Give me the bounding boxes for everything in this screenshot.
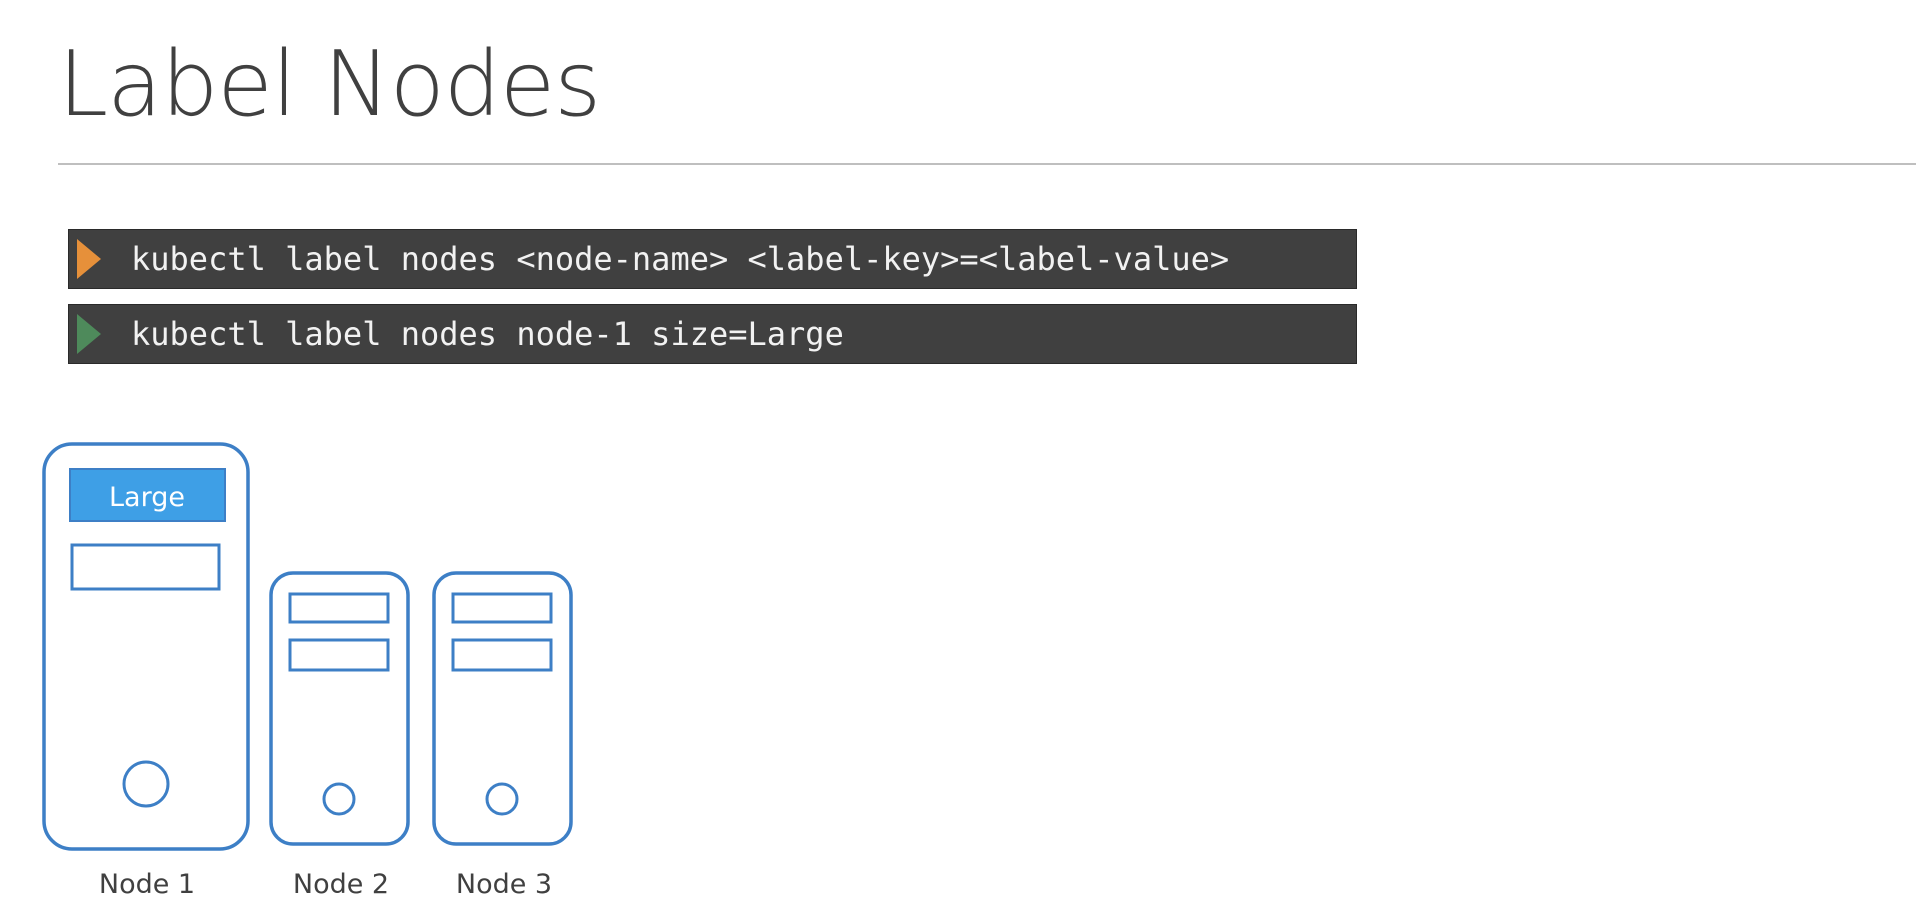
power-button	[485, 782, 519, 816]
server-icon	[269, 571, 410, 846]
drive-bay	[451, 592, 553, 624]
server-icon: Large	[42, 442, 250, 851]
label-badge-text: Large	[109, 482, 185, 513]
node-diagram: Large Node 1 Node 2 Node 3	[42, 442, 573, 900]
power-button	[122, 760, 170, 808]
drive-bay	[70, 543, 221, 591]
drive-bay	[451, 638, 553, 672]
drive-bay	[288, 592, 390, 624]
server-icon	[432, 571, 573, 846]
node-caption: Node 3	[456, 869, 552, 900]
drive-bay	[288, 638, 390, 672]
power-button	[322, 782, 356, 816]
node-caption: Node 2	[293, 869, 389, 900]
node-caption: Node 1	[99, 869, 195, 900]
